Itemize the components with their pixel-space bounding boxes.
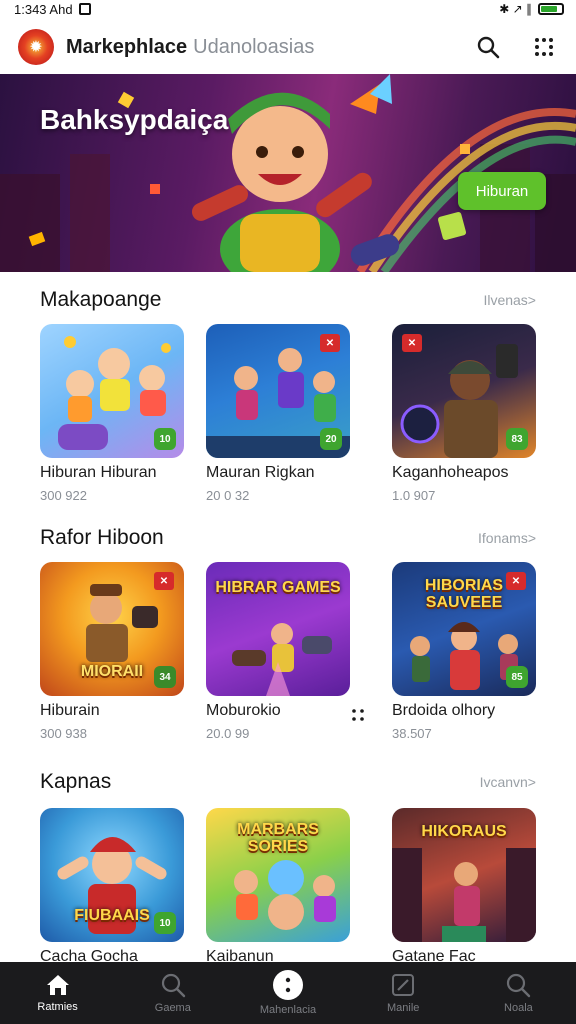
game-thumbnail: ✕ 20 <box>206 324 350 458</box>
app-logo-icon: ✹ <box>18 29 54 65</box>
nav-item-home[interactable]: Ratmies <box>0 962 115 1024</box>
rating-badge: 34 <box>154 666 176 688</box>
game-title: Hiburan Hiburan <box>40 464 157 481</box>
flag-icon: ✕ <box>402 334 422 352</box>
nav-label: Mahenlacia <box>259 1004 317 1016</box>
grid-dots-icon[interactable] <box>530 33 558 61</box>
edit-icon <box>392 974 415 996</box>
rating-badge: 10 <box>154 428 176 450</box>
app-subtitle: Udanoloasias <box>193 35 315 58</box>
nav-label: Noala <box>504 1002 533 1014</box>
status-time: 1:343 Ahd <box>14 1 73 17</box>
game-thumbnail: HIKORAUS <box>392 808 536 942</box>
game-thumbnail: 10 <box>40 324 184 458</box>
section-title: Kapnas <box>40 770 112 793</box>
status-indicators: ✱ ↗ ∥ <box>499 2 532 16</box>
game-title: Cacha Gocha <box>40 948 138 962</box>
game-title: Kaganhoheapos <box>392 464 509 481</box>
rating-badge: 85 <box>506 666 528 688</box>
game-title: Hiburain <box>40 702 100 719</box>
bottom-navigation: Ratmies Gaema Mahenlacia Manile Noala <box>0 962 576 1024</box>
game-thumbnail: HIBORIAS SAUVEEE ✕ 85 <box>392 562 536 696</box>
home-icon <box>46 975 69 995</box>
game-tile[interactable]: 10 Hiburan Hiburan 300 922 <box>40 324 184 503</box>
section-rafor-hiboon: Rafor Hiboon Ifonams> MIORAII ✕ 34 Hibur… <box>0 524 576 744</box>
nav-label: Gaema <box>154 1002 191 1014</box>
game-tile[interactable]: FIUBAAIS 10 Cacha Gocha <box>40 808 184 962</box>
game-logo-text: MARBARS SORIES <box>237 821 319 855</box>
promo-banner[interactable]: Bahksypdaiça Hiburan <box>0 74 576 272</box>
banner-cta-button[interactable]: Hiburan <box>458 172 546 210</box>
game-downloads: 1.0 907 <box>392 488 436 503</box>
section-title: Makapoange <box>40 288 162 311</box>
nav-item-manile[interactable]: Manile <box>346 962 461 1024</box>
game-thumbnail: MIORAII ✕ 34 <box>40 562 184 696</box>
nav-item-marketplace[interactable]: Mahenlacia <box>230 962 345 1024</box>
game-title: Moburokio <box>206 702 281 719</box>
section-kapnas: Kapnas Ivcanvn> FIUBAAIS 10 Cacha Gocha … <box>0 768 576 962</box>
game-thumbnail: ✕ 83 <box>392 324 536 458</box>
game-tile[interactable]: ✕ 20 Mauran Rigkan 20 0 32 <box>206 324 350 503</box>
game-title: Mauran Rigkan <box>206 464 315 481</box>
game-downloads: 38.507 <box>392 726 432 741</box>
game-tile[interactable]: MIORAII ✕ 34 Hiburain 300 938 <box>40 562 184 741</box>
nav-item-noala[interactable]: Noala <box>461 962 576 1024</box>
more-icon <box>273 970 303 1000</box>
game-logo-text: HIBRAR GAMES <box>215 579 341 596</box>
app-title: Markephlace <box>66 35 188 58</box>
see-more-link[interactable]: Ilvenas> <box>483 292 536 308</box>
see-more-link[interactable]: Ifonams> <box>478 530 536 546</box>
close-icon: ✕ <box>506 572 526 590</box>
section-title: Rafor Hiboon <box>40 526 164 549</box>
rating-badge: 83 <box>506 428 528 450</box>
nav-label: Manile <box>387 1002 420 1014</box>
game-title: Gatane Fac <box>392 948 476 962</box>
game-logo-text: HIKORAUS <box>421 823 507 840</box>
game-thumbnail: MARBARS SORIES <box>206 808 350 942</box>
game-title: Brdoida olhory <box>392 702 496 719</box>
game-tile[interactable]: ✕ 83 Kaganhoheapos 1.0 907 <box>392 324 536 503</box>
rating-badge: 20 <box>320 428 342 450</box>
game-tile[interactable]: HIBRAR GAMES Moburokio 20.0 99 <box>206 562 364 741</box>
see-more-link[interactable]: Ivcanvn> <box>480 774 536 790</box>
app-bar: ✹ Markephlace Udanoloasias <box>0 20 576 74</box>
nav-label: Ratmies <box>37 1001 78 1013</box>
search-icon <box>161 973 185 998</box>
status-bar: 1:343 Ahd ✱ ↗ ∥ <box>0 0 576 18</box>
game-title: Kaibanun <box>206 948 274 962</box>
game-tile[interactable]: HIBORIAS SAUVEEE ✕ 85 Brdoida olhory 38.… <box>392 562 536 741</box>
game-tile[interactable]: MARBARS SORIES Kaibanun <box>206 808 350 962</box>
more-options-icon[interactable] <box>352 708 364 726</box>
close-icon: ✕ <box>320 334 340 352</box>
game-downloads: 300 922 <box>40 488 87 503</box>
game-downloads: 20.0 99 <box>206 726 250 741</box>
nav-item-games[interactable]: Gaema <box>115 962 230 1024</box>
close-icon: ✕ <box>154 572 174 590</box>
search-icon <box>507 973 531 998</box>
game-tile[interactable]: HIKORAUS Gatane Fac <box>392 808 536 962</box>
search-icon[interactable] <box>474 33 502 61</box>
game-downloads: 20 0 32 <box>206 488 250 503</box>
notification-icon <box>78 3 91 15</box>
game-downloads: 300 938 <box>40 726 87 741</box>
rating-badge: 10 <box>154 912 176 934</box>
battery-icon <box>538 3 564 15</box>
section-makapoange: Makapoange Ilvenas> 10 Hiburan Hiburan 3… <box>0 286 576 506</box>
game-thumbnail: FIUBAAIS 10 <box>40 808 184 942</box>
banner-title: Bahksypdaiça <box>40 104 229 135</box>
game-thumbnail: HIBRAR GAMES <box>206 562 350 696</box>
